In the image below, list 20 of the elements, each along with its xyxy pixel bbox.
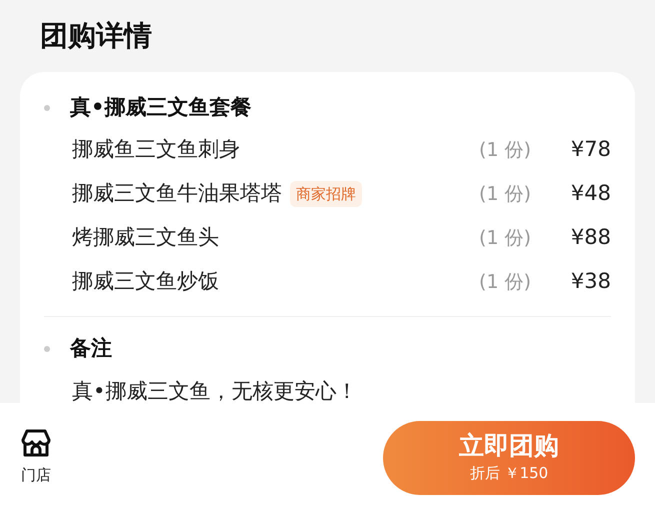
bullet-icon — [44, 346, 50, 352]
item-name: 挪威鱼三文鱼刺身 — [72, 136, 240, 164]
item-quantity: (1 份) — [479, 182, 531, 207]
section-title: 备注 — [70, 335, 112, 362]
item-quantity: (1 份) — [479, 270, 531, 295]
section-title: 真•挪威三文鱼套餐 — [70, 94, 252, 122]
bullet-icon — [44, 105, 50, 111]
item-price: ¥48 — [570, 180, 611, 208]
item-quantity: (1 份) — [479, 138, 531, 163]
tag-label: 商家招牌 — [290, 180, 362, 208]
item-name: 挪威三文鱼炒饭 — [72, 268, 219, 296]
item-quantity: (1 份) — [479, 226, 531, 251]
page-title: 团购详情 — [40, 18, 153, 54]
item-price: ¥38 — [570, 268, 611, 296]
item-price: ¥88 — [570, 224, 611, 252]
note-text: 真•挪威三文鱼，无核更安心！ — [71, 378, 358, 403]
item-price: ¥78 — [570, 136, 611, 164]
item-name: 挪威三文鱼牛油果塔塔 — [72, 180, 282, 208]
store-label[interactable]: 门店 — [21, 464, 51, 487]
item-name: 烤挪威三文鱼头 — [72, 224, 219, 252]
